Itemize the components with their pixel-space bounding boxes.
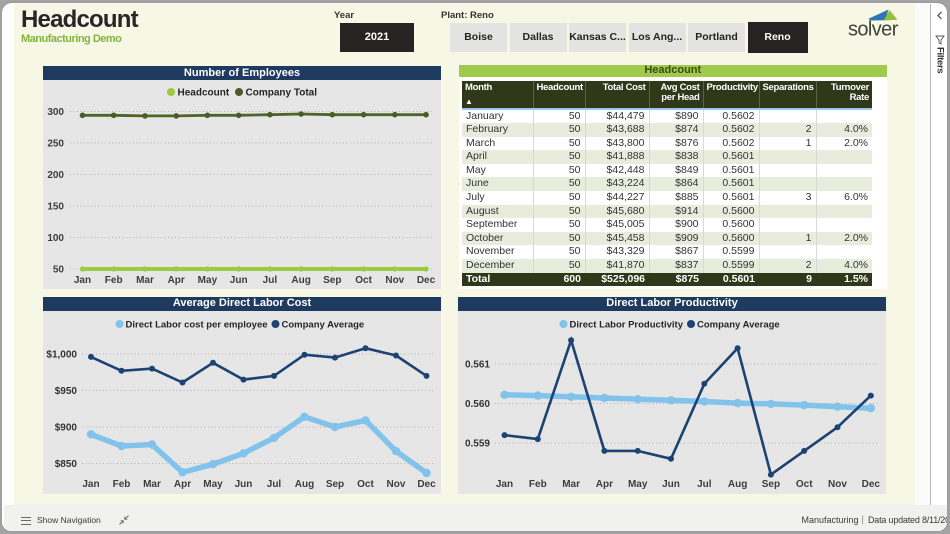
svg-text:Jun: Jun xyxy=(230,275,248,286)
svg-text:200: 200 xyxy=(47,170,64,181)
svg-text:Direct Labor Productivity: Direct Labor Productivity xyxy=(570,319,684,330)
svg-text:solver: solver xyxy=(848,18,899,40)
svg-text:50: 50 xyxy=(53,264,65,275)
svg-text:Dec: Dec xyxy=(417,275,436,286)
svg-text:Jan: Jan xyxy=(74,275,91,286)
svg-text:Dec: Dec xyxy=(862,479,881,490)
svg-text:Aug: Aug xyxy=(295,479,314,490)
svg-text:May: May xyxy=(203,479,223,490)
svg-text:Dec: Dec xyxy=(417,479,436,490)
svg-text:Company Average: Company Average xyxy=(697,319,780,330)
svg-text:Feb: Feb xyxy=(113,479,131,490)
svg-text:Apr: Apr xyxy=(596,479,613,490)
svg-text:0.560: 0.560 xyxy=(465,399,490,410)
svg-text:$950: $950 xyxy=(55,386,78,397)
svg-text:Feb: Feb xyxy=(529,479,547,490)
svg-text:Company Average: Company Average xyxy=(282,319,365,330)
svg-text:Sep: Sep xyxy=(323,275,341,286)
svg-text:Feb: Feb xyxy=(105,275,123,286)
svg-text:Nov: Nov xyxy=(828,479,847,490)
svg-text:Apr: Apr xyxy=(174,479,191,490)
svg-text:0.561: 0.561 xyxy=(465,359,490,370)
svg-text:Mar: Mar xyxy=(136,275,154,286)
svg-text:Jul: Jul xyxy=(267,479,282,490)
svg-text:Oct: Oct xyxy=(796,479,813,490)
svg-text:$900: $900 xyxy=(55,422,78,433)
svg-text:Nov: Nov xyxy=(387,479,406,490)
svg-text:150: 150 xyxy=(47,201,64,212)
svg-text:Jun: Jun xyxy=(662,479,680,490)
svg-text:Direct Labor cost per employee: Direct Labor cost per employee xyxy=(126,319,268,330)
svg-text:May: May xyxy=(198,275,218,286)
svg-text:Jan: Jan xyxy=(82,479,99,490)
svg-text:Oct: Oct xyxy=(357,479,374,490)
svg-text:Sep: Sep xyxy=(762,479,780,490)
svg-text:$850: $850 xyxy=(55,459,78,470)
svg-text:Aug: Aug xyxy=(291,275,310,286)
svg-text:Company Total: Company Total xyxy=(246,87,318,98)
svg-text:May: May xyxy=(628,479,648,490)
svg-text:$1,000: $1,000 xyxy=(46,349,77,360)
svg-text:Aug: Aug xyxy=(728,479,747,490)
svg-text:Jun: Jun xyxy=(235,479,253,490)
svg-text:Jan: Jan xyxy=(496,479,513,490)
svg-text:Mar: Mar xyxy=(143,479,161,490)
svg-text:Nov: Nov xyxy=(385,275,404,286)
svg-text:Jul: Jul xyxy=(697,479,712,490)
svg-text:100: 100 xyxy=(47,233,64,244)
svg-text:Headcount: Headcount xyxy=(178,87,230,98)
svg-text:Sep: Sep xyxy=(326,479,344,490)
svg-text:0.559: 0.559 xyxy=(465,438,490,449)
svg-text:250: 250 xyxy=(47,138,64,149)
svg-text:Mar: Mar xyxy=(562,479,580,490)
svg-text:300: 300 xyxy=(47,107,64,118)
svg-text:Apr: Apr xyxy=(168,275,185,286)
svg-text:Jul: Jul xyxy=(263,275,278,286)
svg-text:Oct: Oct xyxy=(355,275,372,286)
